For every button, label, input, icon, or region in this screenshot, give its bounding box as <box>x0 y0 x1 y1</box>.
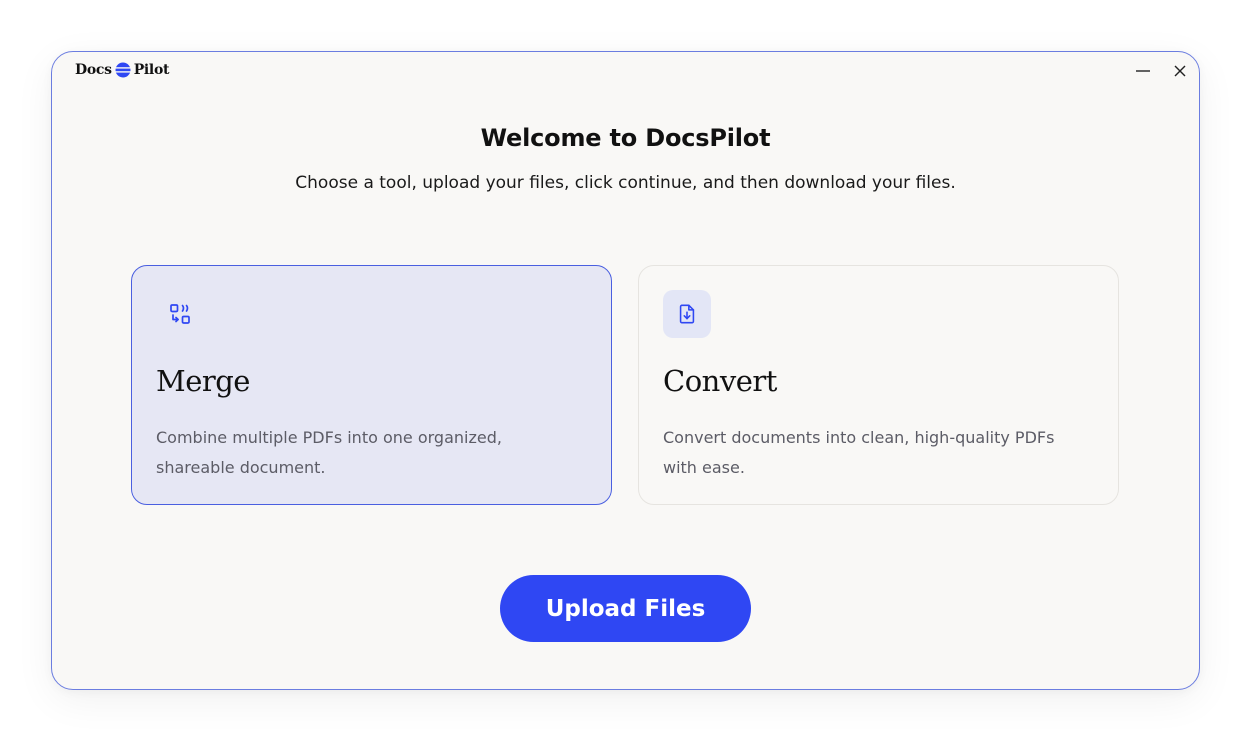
upload-files-button[interactable]: Upload Files <box>500 575 751 642</box>
tool-card-merge[interactable]: Merge Combine multiple PDFs into one org… <box>131 265 612 505</box>
minimize-button[interactable] <box>1133 61 1153 81</box>
tool-card-description-line: shareable document. <box>156 458 326 477</box>
tool-card-description: Convert documents into clean, high-quali… <box>663 423 1083 483</box>
page-title: Welcome to DocsPilot <box>480 124 771 152</box>
tool-card-description: Combine multiple PDFs into one organized… <box>156 423 576 483</box>
tool-card-description-line: with ease. <box>663 458 745 477</box>
close-icon <box>1174 65 1186 77</box>
page-subtitle: Choose a tool, upload your files, click … <box>295 173 956 193</box>
logo-mark-icon <box>113 62 132 78</box>
tool-card-title: Convert <box>663 364 777 398</box>
tool-card-convert[interactable]: Convert Convert documents into clean, hi… <box>638 265 1119 505</box>
tool-card-description-line: Combine multiple PDFs into one organized… <box>156 428 502 447</box>
merge-icon <box>156 290 204 338</box>
minimize-icon <box>1136 70 1150 72</box>
logo-text-docs: Docs <box>75 62 112 78</box>
tool-card-description-line: Convert documents into clean, high-quali… <box>663 428 1055 447</box>
app-logo: Docs Pilot <box>75 62 169 78</box>
app-window: Docs Pilot Welcome to DocsPilot Choose a… <box>51 51 1200 690</box>
file-download-icon <box>663 290 711 338</box>
logo-text-pilot: Pilot <box>133 62 170 78</box>
tool-card-title: Merge <box>156 364 250 398</box>
close-button[interactable] <box>1170 61 1190 81</box>
